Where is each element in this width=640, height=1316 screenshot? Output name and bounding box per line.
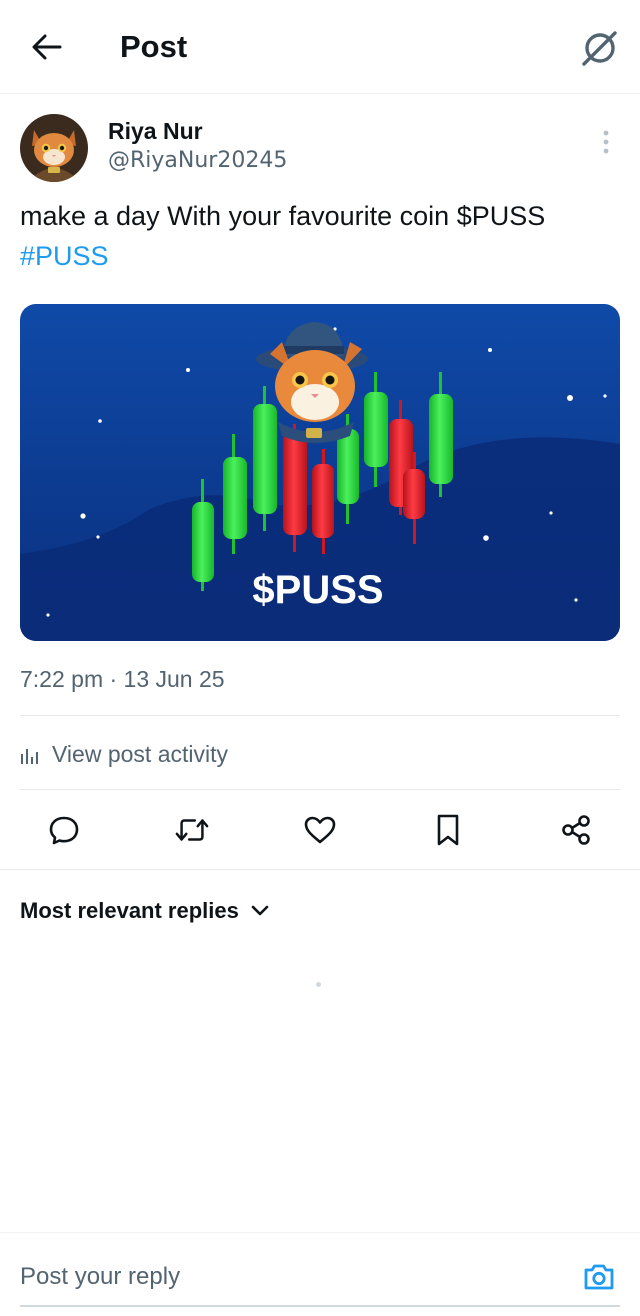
avatar[interactable]	[20, 114, 88, 182]
post-timestamp: 7:22 pm · 13 Jun 25	[20, 666, 225, 692]
analytics-icon	[20, 743, 42, 765]
author-handle[interactable]: @RiyaNur20245	[108, 148, 287, 173]
chevron-down-icon	[251, 901, 271, 921]
post-media[interactable]: $PUSS	[20, 304, 620, 641]
loading-indicator	[316, 982, 321, 987]
page-title: Post	[120, 29, 188, 64]
post-body: make a day With your favourite coin $PUS…	[20, 201, 546, 231]
post-author: Riya Nur @RiyaNur20245	[20, 110, 620, 190]
reply-button[interactable]	[46, 812, 82, 848]
more-vertical-icon	[603, 130, 609, 154]
share-button[interactable]	[558, 812, 594, 848]
top-bar: Post	[0, 0, 640, 94]
media-caption: $PUSS	[252, 568, 383, 612]
hashtag-link[interactable]: #PUSS	[20, 241, 109, 271]
author-name[interactable]: Riya Nur	[108, 118, 203, 145]
reply-composer	[0, 1232, 640, 1316]
camera-button[interactable]	[578, 1257, 620, 1297]
like-button[interactable]	[302, 812, 338, 848]
repost-icon	[175, 819, 209, 841]
heart-icon	[304, 816, 336, 844]
replies-sort-dropdown[interactable]: Most relevant replies	[20, 896, 271, 926]
repost-button[interactable]	[174, 812, 210, 848]
grok-button[interactable]	[576, 24, 624, 72]
reply-input-underline	[20, 1305, 620, 1307]
view-post-activity[interactable]: View post activity	[20, 736, 228, 772]
post-text: make a day With your favourite coin $PUS…	[20, 196, 610, 276]
grok-icon	[582, 31, 617, 66]
bookmark-icon	[437, 814, 459, 846]
replies-sort-label: Most relevant replies	[20, 898, 239, 923]
divider	[20, 789, 620, 790]
bookmark-button[interactable]	[430, 812, 466, 848]
view-post-activity-label: View post activity	[52, 740, 228, 767]
divider	[0, 869, 640, 870]
arrow-left-icon	[32, 34, 62, 60]
divider	[20, 715, 620, 716]
back-button[interactable]	[24, 26, 70, 68]
share-icon	[562, 815, 590, 845]
reply-input[interactable]	[20, 1257, 540, 1297]
camera-icon	[584, 1264, 614, 1290]
post-actions	[0, 806, 640, 854]
comment-icon	[49, 816, 79, 845]
more-options-button[interactable]	[592, 126, 620, 158]
